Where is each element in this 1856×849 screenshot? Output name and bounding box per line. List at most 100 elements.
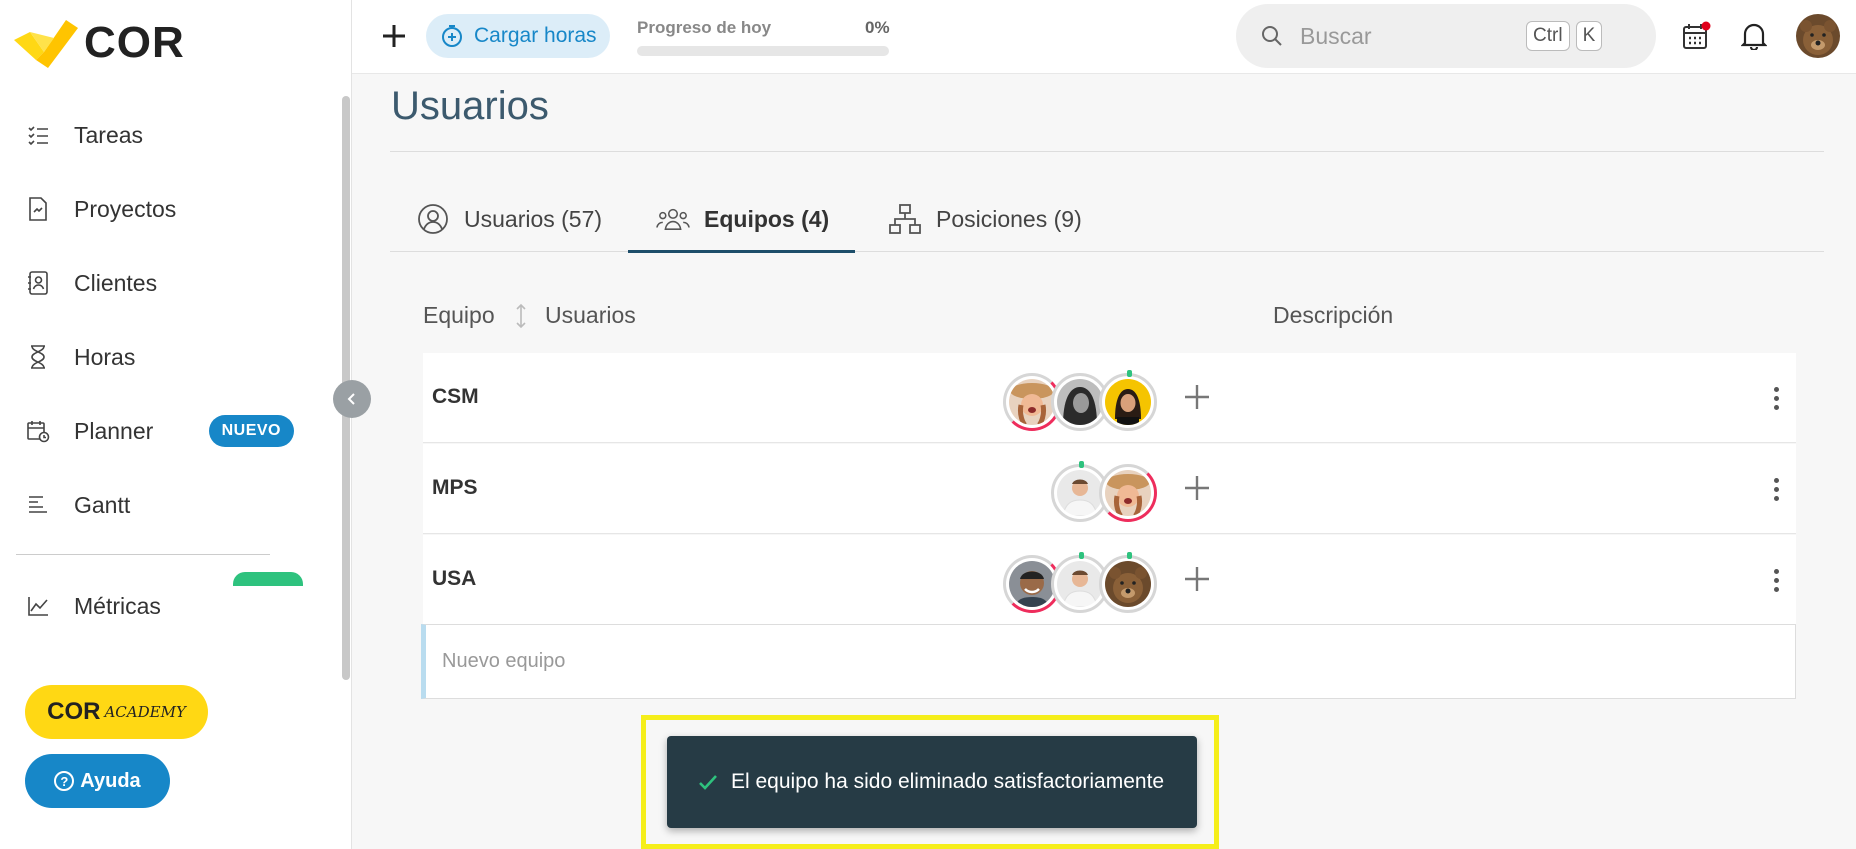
toast-highlight-frame: El equipo ha sido eliminado satisfactori…: [641, 715, 1219, 849]
sidebar-nav: Tareas Proyectos Clientes Horas Planner: [0, 98, 340, 678]
tab-usuarios[interactable]: Usuarios (57): [416, 186, 602, 252]
plus-icon: [383, 25, 405, 47]
sort-icon[interactable]: [514, 302, 528, 330]
team-users-icon: [656, 202, 690, 236]
dot: [1773, 404, 1779, 410]
table-row-mps[interactable]: MPS: [423, 444, 1796, 534]
help-question-icon: ?: [54, 771, 75, 791]
project-file-icon: [26, 197, 50, 221]
sidebar-item-label: Planner: [74, 417, 154, 444]
avatar-woman-bw-icon: [1057, 379, 1103, 425]
cargar-horas-label: Cargar horas: [474, 24, 597, 47]
dot: [1773, 477, 1779, 483]
cargar-horas-button[interactable]: Cargar horas: [426, 14, 610, 58]
sidebar-item-proyectos[interactable]: Proyectos: [0, 172, 340, 246]
sidebar-item-planner[interactable]: Planner NUEVO: [0, 394, 340, 468]
progress-percent: 0%: [865, 18, 890, 37]
sidebar-item-label: Clientes: [74, 269, 158, 296]
dot: [1773, 386, 1779, 392]
gantt-icon: [26, 493, 50, 517]
team-name: USA: [432, 567, 477, 590]
new-team-row: [421, 624, 1796, 699]
plus-icon: [1185, 567, 1209, 591]
row-menu-button[interactable]: [1766, 474, 1786, 504]
sidebar-item-gantt[interactable]: Gantt: [0, 468, 340, 542]
sidebar-item-tareas[interactable]: Tareas: [0, 98, 340, 172]
add-member-button[interactable]: [1179, 470, 1215, 506]
tab-posiciones[interactable]: Posiciones (9): [888, 186, 1082, 252]
help-button[interactable]: ? Ayuda: [25, 754, 170, 808]
sidebar-item-horas[interactable]: Horas: [0, 320, 340, 394]
plus-icon: [1185, 476, 1209, 500]
avatar-bear-icon: [1796, 14, 1840, 58]
tab-equipos[interactable]: Equipos (4): [627, 186, 856, 253]
progress-bar: [637, 46, 889, 56]
search-input[interactable]: [1300, 22, 1520, 50]
org-chart-icon: [888, 202, 922, 236]
add-member-button[interactable]: [1179, 561, 1215, 597]
timer-plus-icon: [442, 25, 462, 47]
column-header-users: Usuarios: [545, 302, 636, 328]
add-member-button[interactable]: [1179, 379, 1215, 415]
avatar-bear-icon: [1105, 561, 1151, 607]
new-team-input[interactable]: [426, 625, 1795, 698]
column-header-team[interactable]: Equipo: [423, 302, 495, 329]
sidebar-item-label: Gantt: [74, 491, 131, 518]
avatar-man-white-shirt-icon: [1057, 561, 1103, 607]
sidebar-item-label: Tareas: [74, 121, 144, 148]
cor-logo[interactable]: COR: [14, 18, 185, 68]
title-divider: [390, 151, 1824, 152]
logo-check-icon: [14, 18, 78, 68]
client-contact-icon: [26, 271, 50, 295]
create-plus-button[interactable]: [376, 18, 412, 54]
calendar-icon: [1683, 21, 1711, 49]
calendar-clock-icon: [26, 419, 50, 443]
tab-label: Equipos (4): [704, 205, 830, 232]
dot: [1773, 568, 1779, 574]
task-list-icon: [26, 123, 50, 147]
avatar-man-white-shirt-icon: [1057, 470, 1103, 516]
table-row-usa[interactable]: USA: [423, 535, 1796, 625]
sidebar-item-clientes[interactable]: Clientes: [0, 246, 340, 320]
avatar-man-smiling-icon: [1009, 561, 1055, 607]
collapse-sidebar-button[interactable]: [333, 380, 371, 418]
sidebar-item-label: Horas: [74, 343, 136, 370]
kbd-k: K: [1575, 21, 1603, 51]
hourglass-icon: [26, 345, 50, 369]
notifications-button[interactable]: [1738, 20, 1770, 52]
search-box[interactable]: Ctrl K: [1236, 4, 1656, 68]
sidebar: COR Tareas Proyectos Clientes Horas Plan…: [0, 0, 352, 849]
logo-text: COR: [84, 18, 185, 67]
user-avatar[interactable]: [1796, 14, 1840, 58]
table-row-csm[interactable]: CSM: [423, 353, 1796, 443]
cor-academy-button[interactable]: COR ACADEMY: [25, 685, 208, 739]
dot: [1773, 486, 1779, 492]
top-bar: Cargar horas Progreso de hoy 0% Ctrl K: [352, 0, 1856, 74]
avatar-woman-hat-icon: [1105, 470, 1151, 516]
tab-bar: Usuarios (57) Equipos (4) Posiciones (9): [390, 186, 1824, 253]
row-menu-button[interactable]: [1766, 383, 1786, 413]
chevron-left-icon: [347, 393, 355, 405]
new-badge: NUEVO: [208, 415, 294, 447]
column-header-description: Descripción: [1273, 302, 1394, 328]
avatar-woman-hat-icon: [1009, 379, 1055, 425]
metrics-chart-icon: [26, 594, 50, 618]
progress-label: Progreso de hoy: [637, 18, 772, 37]
search-icon: [1262, 26, 1282, 46]
calendar-button[interactable]: [1680, 20, 1712, 52]
dot: [1773, 395, 1779, 401]
dot: [1773, 577, 1779, 583]
sidebar-item-label: Proyectos: [74, 195, 177, 222]
tab-label: Posiciones (9): [936, 205, 1082, 232]
help-label: Ayuda: [80, 769, 141, 792]
member-avatar[interactable]: [1099, 370, 1157, 431]
row-menu-button[interactable]: [1766, 565, 1786, 595]
bell-icon: [1741, 23, 1767, 50]
member-avatar[interactable]: [1099, 464, 1157, 522]
checkmark-icon: [699, 775, 717, 790]
tab-label: Usuarios (57): [464, 205, 603, 232]
kbd-ctrl: Ctrl: [1526, 21, 1570, 51]
member-avatar[interactable]: [1099, 552, 1157, 613]
dot: [1773, 495, 1779, 501]
page-title: Usuarios: [391, 84, 549, 128]
